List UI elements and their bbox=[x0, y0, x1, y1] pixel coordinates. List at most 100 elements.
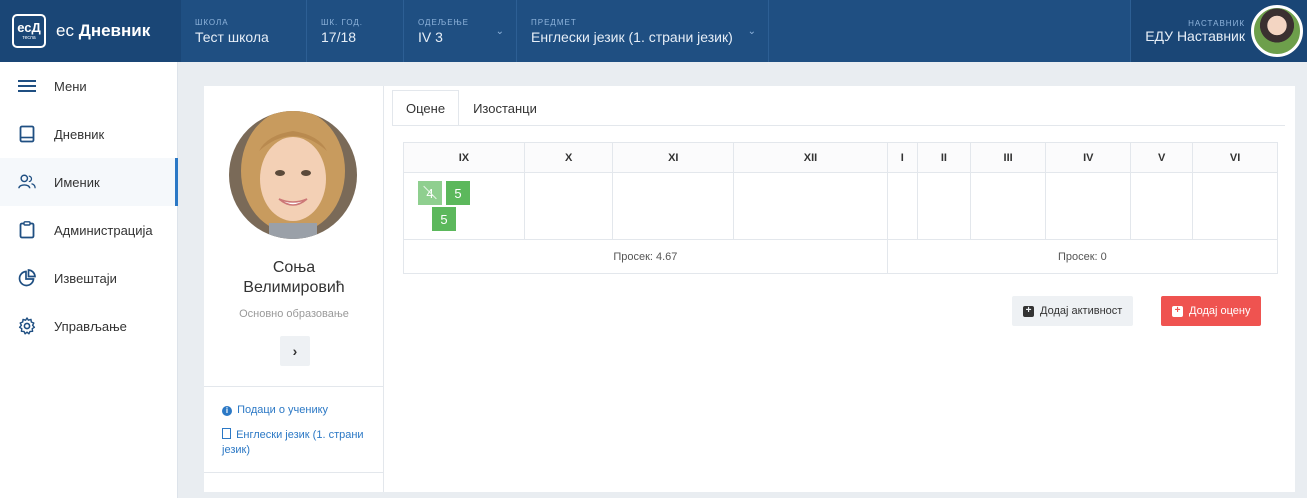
student-photo bbox=[229, 111, 357, 239]
divider bbox=[204, 386, 384, 387]
subject-value: Енглески језик (1. страни језик) bbox=[531, 28, 733, 45]
student-profile-panel: Соња Велимировић Основно образовање › i … bbox=[204, 86, 384, 492]
grade-cell[interactable] bbox=[612, 172, 735, 240]
student-info-link-label: Подаци о ученику bbox=[237, 404, 329, 416]
tab-grades[interactable]: Оцене bbox=[392, 90, 460, 126]
sidebar-item-label: Именик bbox=[54, 174, 100, 190]
sidebar-item-label: Управљање bbox=[54, 318, 127, 334]
brand-logo-subtext: тесла bbox=[22, 35, 36, 41]
sidebar-item-label: Дневник bbox=[54, 126, 105, 142]
department-label: ОДЕЉЕЊЕ bbox=[418, 17, 470, 27]
second-semester-average: Просек: 0 bbox=[886, 239, 1279, 274]
first-semester-average: Просек: 4.67 bbox=[403, 239, 888, 274]
sidebar-item-management[interactable]: Управљање bbox=[0, 302, 177, 350]
top-bar-spacer bbox=[769, 0, 1132, 62]
sidebar-item-reports[interactable]: Извештаји bbox=[0, 254, 177, 302]
month-header: V bbox=[1130, 142, 1194, 173]
teacher-info: НАСТАВНИК ЕДУ Наставник bbox=[1145, 19, 1245, 44]
sidebar-item-administration[interactable]: Администрација bbox=[0, 206, 177, 254]
grade-cell[interactable] bbox=[886, 172, 918, 240]
tab-absences[interactable]: Изостанци bbox=[459, 90, 551, 126]
add-grade-button[interactable]: + Додај оцену bbox=[1161, 296, 1262, 326]
student-info-link[interactable]: i Подаци о ученику bbox=[222, 404, 328, 416]
month-header: III bbox=[969, 142, 1047, 173]
month-header: VI bbox=[1192, 142, 1278, 173]
grade-cell[interactable] bbox=[916, 172, 971, 240]
chevron-right-icon: › bbox=[292, 343, 298, 359]
add-activity-button[interactable]: + Додај активност bbox=[1012, 296, 1134, 326]
grade-cell[interactable] bbox=[1045, 172, 1132, 240]
grade-value: 5 bbox=[440, 211, 448, 227]
grades-row: 4 5 5 bbox=[403, 172, 1278, 240]
grade-badge-cancelled[interactable]: 4 bbox=[418, 181, 442, 205]
teacher-name: ЕДУ Наставник bbox=[1145, 27, 1245, 44]
brand[interactable]: есД тесла ес Дневник bbox=[0, 0, 181, 62]
tab-label: Изостанци bbox=[473, 100, 537, 116]
sidebar-item-register[interactable]: Именик bbox=[0, 158, 178, 206]
chevron-down-icon: ⌄ bbox=[747, 26, 756, 37]
sidebar-item-diary[interactable]: Дневник bbox=[0, 110, 177, 158]
month-header: IX bbox=[403, 142, 525, 173]
brand-name-main: Дневник bbox=[78, 21, 151, 40]
student-first-name: Соња bbox=[272, 259, 316, 276]
gear-icon bbox=[18, 317, 36, 335]
tabs: Оцене Изостанци bbox=[392, 90, 551, 126]
school-year-selector[interactable]: ШК. ГОД. 17/18 bbox=[307, 0, 404, 62]
month-header: II bbox=[916, 142, 971, 173]
next-student-button[interactable]: › bbox=[280, 336, 310, 366]
grade-cell[interactable] bbox=[733, 172, 888, 240]
grade-badge[interactable]: 5 bbox=[446, 181, 470, 205]
sidebar: Мени Дневник Именик Администрација Извеш… bbox=[0, 62, 178, 498]
grade-value: 4 bbox=[426, 185, 434, 201]
grades-table: IX X XI XII I II III IV V VI 4 5 5 Просе… bbox=[403, 142, 1279, 274]
student-card: Соња Велимировић Основно образовање › i … bbox=[204, 86, 1295, 492]
school-year-value: 17/18 bbox=[321, 28, 357, 45]
month-header: I bbox=[886, 142, 918, 173]
school-year-label: ШК. ГОД. bbox=[321, 17, 364, 27]
plus-icon: + bbox=[1023, 305, 1034, 317]
grades-header-row: IX X XI XII I II III IV V VI bbox=[403, 142, 1278, 173]
brand-name-prefix: ес bbox=[56, 21, 74, 40]
brand-name: ес Дневник bbox=[56, 21, 150, 41]
school-value: Тест школа bbox=[195, 28, 269, 45]
brand-logo-icon: есД тесла bbox=[12, 14, 46, 48]
school-selector[interactable]: ШКОЛА Тест школа bbox=[181, 0, 307, 62]
tab-divider bbox=[392, 125, 1285, 126]
school-label: ШКОЛА bbox=[195, 17, 229, 27]
top-bar: есД тесла ес Дневник ШКОЛА Тест школа ШК… bbox=[0, 0, 1307, 62]
grade-cell[interactable] bbox=[969, 172, 1047, 240]
sidebar-item-label: Администрација bbox=[54, 222, 153, 238]
student-education: Основно образовање bbox=[239, 308, 349, 320]
tab-label: Оцене bbox=[406, 100, 446, 116]
month-header: IV bbox=[1045, 142, 1132, 173]
grade-cell[interactable] bbox=[1192, 172, 1278, 240]
department-selector[interactable]: ОДЕЉЕЊЕ IV 3 ⌄ bbox=[404, 0, 517, 62]
sidebar-item-menu[interactable]: Мени bbox=[0, 62, 177, 110]
clipboard-icon bbox=[18, 221, 36, 239]
grade-badge[interactable]: 5 bbox=[432, 207, 456, 231]
menu-icon bbox=[18, 77, 36, 95]
subject-link-label: Енглески језик (1. страни језик) bbox=[222, 429, 364, 456]
subject-link[interactable]: Енглески језик (1. страни језик) bbox=[222, 428, 372, 458]
grade-cell[interactable] bbox=[1130, 172, 1194, 240]
sidebar-item-label: Мени bbox=[54, 78, 87, 94]
grade-value: 5 bbox=[454, 185, 462, 201]
info-icon: i bbox=[222, 406, 232, 416]
teacher-menu[interactable]: НАСТАВНИК ЕДУ Наставник bbox=[1131, 0, 1307, 62]
add-activity-label: Додај активност bbox=[1040, 305, 1123, 317]
subject-selector[interactable]: ПРЕДМЕТ Енглески језик (1. страни језик)… bbox=[517, 0, 769, 62]
sidebar-item-label: Извештаји bbox=[54, 270, 117, 286]
pie-chart-icon bbox=[18, 269, 36, 287]
grade-cell[interactable] bbox=[523, 172, 614, 240]
book-icon bbox=[18, 125, 36, 143]
plus-icon: + bbox=[1172, 305, 1183, 317]
chevron-down-icon: ⌄ bbox=[495, 26, 504, 37]
student-last-name: Велимировић bbox=[243, 279, 345, 296]
users-icon bbox=[18, 173, 36, 191]
department-value: IV 3 bbox=[418, 28, 443, 45]
grade-cell-content: 4 5 5 bbox=[404, 173, 524, 239]
teacher-avatar[interactable] bbox=[1251, 5, 1303, 57]
brand-logo-text: есД bbox=[17, 20, 41, 35]
grade-cell-september[interactable]: 4 5 5 bbox=[403, 172, 525, 240]
average-row: Просек: 4.67 Просек: 0 bbox=[403, 239, 1279, 274]
